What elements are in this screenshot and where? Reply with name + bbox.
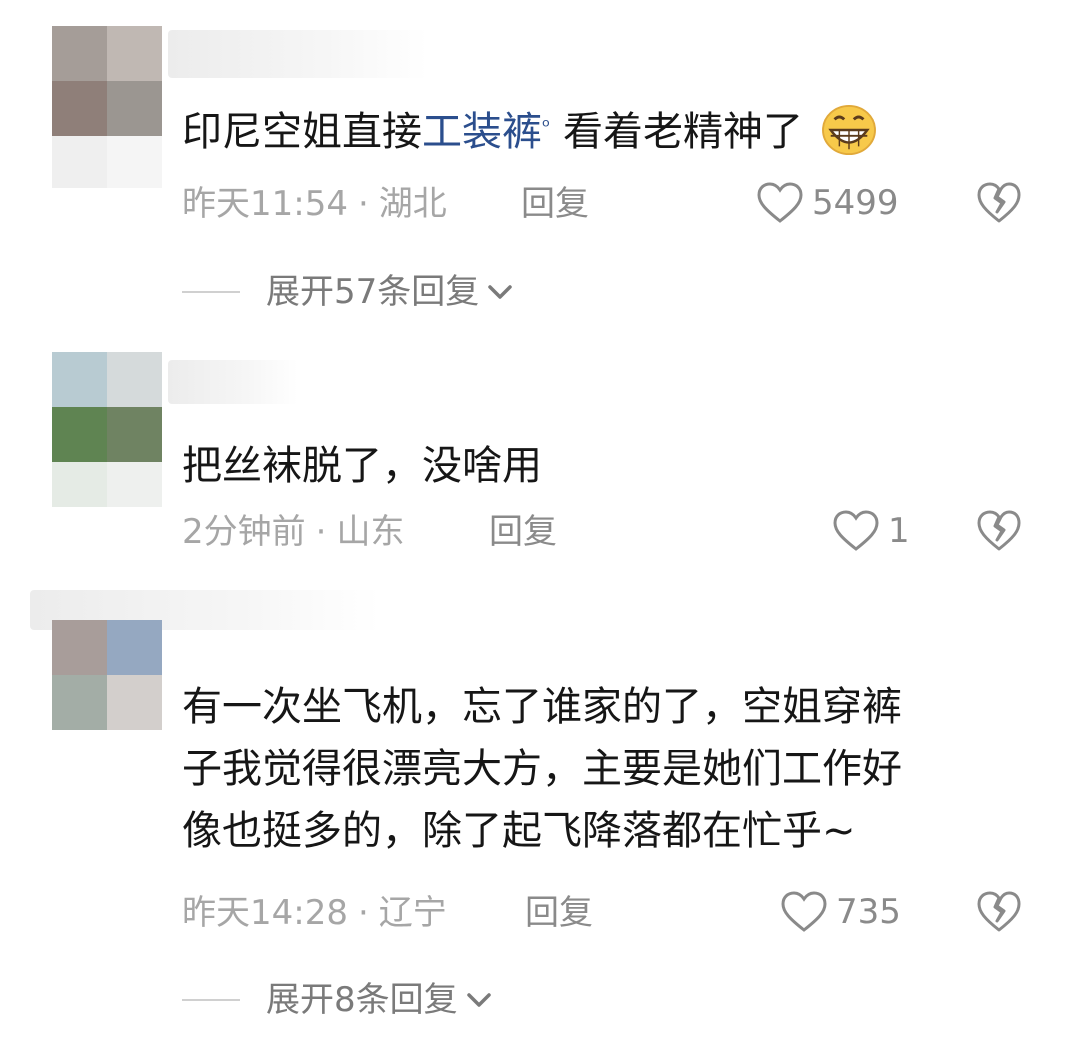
comment-text: 印尼空姐直接工装裤ᵒ 看着老精神了	[182, 104, 878, 160]
username-blurred[interactable]	[168, 30, 428, 78]
broken-heart-icon[interactable]	[976, 510, 1022, 552]
grinning-face-emoji	[821, 104, 876, 156]
comment-text: 把丝袜脱了，没啥用	[182, 443, 542, 489]
chevron-down-icon	[488, 285, 513, 299]
divider	[182, 291, 240, 293]
username-blurred[interactable]	[168, 360, 298, 404]
comment-line: 有一次坐飞机，忘了谁家的了，空姐穿裤	[182, 684, 902, 730]
comment-line: 像也挺多的，除了起飞降落都在忙乎~	[182, 808, 856, 854]
expand-replies-label: 展开57条回复	[266, 272, 480, 312]
avatar[interactable]	[52, 620, 162, 730]
avatar[interactable]	[52, 352, 162, 462]
heart-icon	[781, 891, 827, 932]
avatar-blur-edge	[52, 462, 162, 507]
like-button[interactable]: 735	[780, 891, 901, 933]
expand-replies-button[interactable]: 展开57条回复	[182, 272, 515, 312]
search-link[interactable]: 工装裤ᵒ	[422, 109, 550, 155]
heart-icon	[833, 510, 879, 551]
like-count: 5499	[812, 183, 899, 223]
chevron-down-icon	[466, 993, 491, 1007]
divider	[182, 999, 240, 1001]
timestamp: 昨天11:54	[182, 184, 348, 224]
like-button[interactable]: 1	[832, 510, 910, 552]
like-count: 1	[888, 511, 910, 551]
reply-button[interactable]: 回复	[525, 893, 593, 933]
comment-meta: 昨天14:28 · 辽宁	[182, 893, 447, 933]
comment-meta: 昨天11:54 · 湖北	[182, 184, 447, 224]
avatar-blur-edge	[52, 136, 162, 188]
broken-heart-icon[interactable]	[976, 182, 1022, 224]
location: 山东	[336, 512, 405, 552]
location: 湖北	[378, 184, 447, 224]
timestamp: 2分钟前	[182, 512, 306, 552]
reply-button[interactable]: 回复	[489, 512, 557, 552]
broken-heart-icon[interactable]	[976, 891, 1022, 933]
timestamp: 昨天14:28	[182, 893, 348, 933]
comment-line: 子我觉得很漂亮大方，主要是她们工作好	[182, 746, 902, 792]
search-icon: ᵒ	[542, 114, 551, 138]
comment-meta: 2分钟前 · 山东	[182, 512, 405, 552]
heart-icon	[757, 182, 803, 223]
like-button[interactable]: 5499	[756, 182, 899, 224]
comment-text: 有一次坐飞机，忘了谁家的了，空姐穿裤 子我觉得很漂亮大方，主要是她们工作好 像也…	[182, 676, 1012, 862]
reply-button[interactable]: 回复	[521, 184, 589, 224]
expand-replies-label: 展开8条回复	[266, 980, 458, 1020]
location: 辽宁	[378, 893, 447, 933]
like-count: 735	[836, 892, 901, 932]
avatar[interactable]	[52, 26, 162, 136]
expand-replies-button[interactable]: 展开8条回复	[182, 980, 494, 1020]
